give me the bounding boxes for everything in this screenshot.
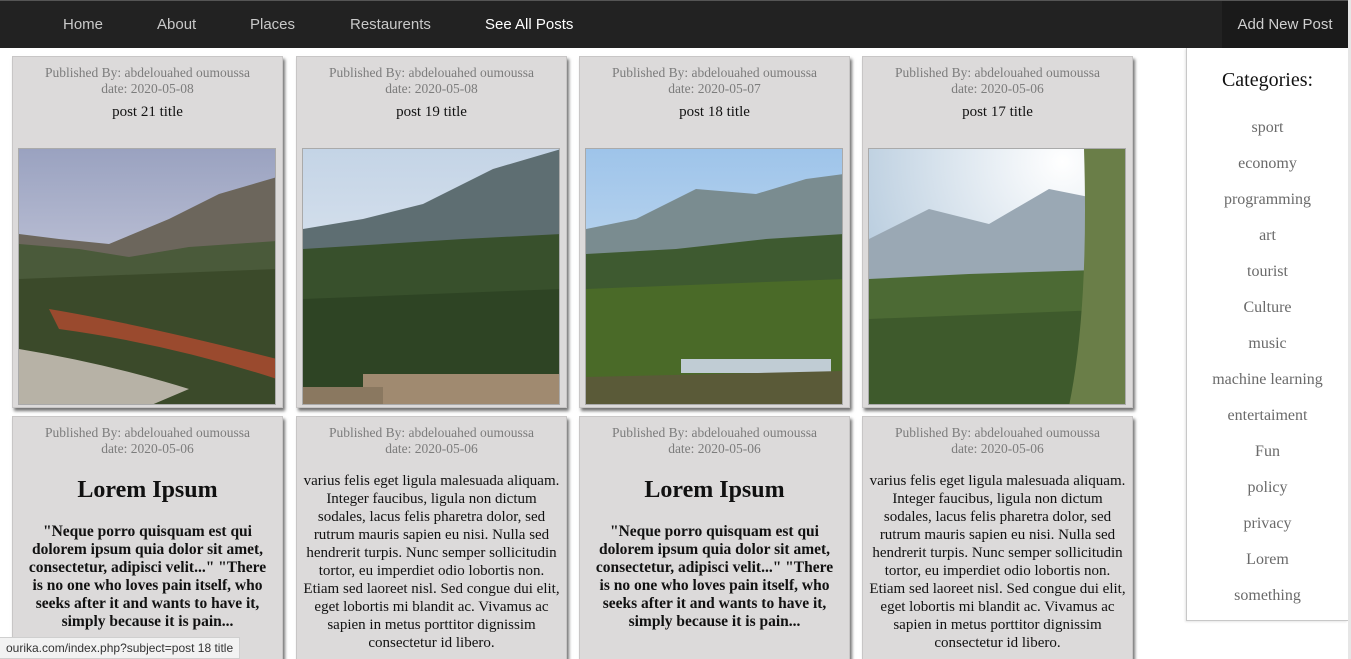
post-date: date: 2020-05-06 — [668, 441, 761, 456]
categories-list: sport economy programming art tourist Cu… — [1187, 110, 1348, 614]
category-music[interactable]: music — [1187, 326, 1348, 362]
post-meta: Published By: abdelouahed oumoussa date:… — [863, 417, 1132, 457]
post-meta: Published By: abdelouahed oumoussa date:… — [297, 417, 566, 457]
categories-heading: Categories: — [1221, 69, 1314, 91]
post-excerpt: "Neque porro quisquam est qui dolorem ip… — [595, 523, 834, 630]
post-date: date: 2020-05-06 — [385, 441, 478, 456]
post-title[interactable]: post 21 title — [13, 103, 282, 121]
category-fun[interactable]: Fun — [1187, 434, 1348, 470]
post-author: Published By: abdelouahed oumoussa — [611, 425, 818, 440]
post-card[interactable]: Published By: abdelouahed oumoussa date:… — [296, 416, 567, 659]
post-date: date: 2020-05-06 — [101, 441, 194, 456]
post-title[interactable]: post 17 title — [863, 103, 1132, 121]
add-new-post-link[interactable]: Add New Post — [1222, 1, 1348, 49]
category-economy[interactable]: economy — [1187, 146, 1348, 182]
post-heading: Lorem Ipsum — [644, 477, 785, 503]
nav-see-all-posts-link[interactable]: See All Posts — [485, 1, 573, 49]
post-date: date: 2020-05-08 — [385, 81, 478, 96]
post-excerpt: "Neque porro quisquam est qui dolorem ip… — [28, 523, 267, 630]
post-date: date: 2020-05-06 — [951, 81, 1044, 96]
post-card[interactable]: Published By: abdelouahed oumoussa date:… — [579, 416, 850, 659]
post-author: Published By: abdelouahed oumoussa — [44, 65, 251, 80]
categories-sidebar: Categories: sport economy programming ar… — [1186, 48, 1348, 621]
post-date: date: 2020-05-06 — [951, 441, 1044, 456]
top-navbar: Home About Places Restaurents See All Po… — [0, 0, 1351, 49]
nav-about-link[interactable]: About — [157, 1, 196, 49]
post-card[interactable]: Published By: abdelouahed oumoussa date:… — [579, 56, 850, 408]
post-image[interactable] — [585, 148, 843, 405]
browser-status-bar: ourika.com/index.php?subject=post 18 tit… — [0, 637, 241, 659]
nav-places-link[interactable]: Places — [250, 1, 295, 49]
category-lorem[interactable]: Lorem — [1187, 542, 1348, 578]
post-image[interactable] — [868, 148, 1126, 405]
category-something[interactable]: something — [1187, 578, 1348, 614]
post-image[interactable] — [302, 148, 560, 405]
category-tourist[interactable]: tourist — [1187, 254, 1348, 290]
category-programming[interactable]: programming — [1187, 182, 1348, 218]
post-card[interactable]: Published By: abdelouahed oumoussa date:… — [296, 56, 567, 408]
post-author: Published By: abdelouahed oumoussa — [328, 425, 535, 440]
post-card[interactable]: Published By: abdelouahed oumoussa date:… — [12, 56, 283, 408]
post-author: Published By: abdelouahed oumoussa — [894, 65, 1101, 80]
post-date: date: 2020-05-07 — [668, 81, 761, 96]
category-policy[interactable]: policy — [1187, 470, 1348, 506]
post-card[interactable]: Published By: abdelouahed oumoussa date:… — [12, 416, 283, 659]
post-meta: Published By: abdelouahed oumoussa date:… — [13, 417, 282, 457]
post-author: Published By: abdelouahed oumoussa — [894, 425, 1101, 440]
post-meta: Published By: abdelouahed oumoussa date:… — [580, 57, 849, 97]
category-machine-learning[interactable]: machine learning — [1187, 362, 1348, 398]
post-meta: Published By: abdelouahed oumoussa date:… — [297, 57, 566, 97]
category-entertaiment[interactable]: entertaiment — [1187, 398, 1348, 434]
category-art[interactable]: art — [1187, 218, 1348, 254]
post-meta: Published By: abdelouahed oumoussa date:… — [13, 57, 282, 97]
post-excerpt: varius felis eget ligula malesuada aliqu… — [303, 473, 560, 651]
category-privacy[interactable]: privacy — [1187, 506, 1348, 542]
post-meta: Published By: abdelouahed oumoussa date:… — [863, 57, 1132, 97]
post-card[interactable]: Published By: abdelouahed oumoussa date:… — [862, 416, 1133, 659]
post-author: Published By: abdelouahed oumoussa — [611, 65, 818, 80]
nav-restaurents-link[interactable]: Restaurents — [350, 1, 431, 49]
post-date: date: 2020-05-08 — [101, 81, 194, 96]
nav-home-link[interactable]: Home — [63, 1, 103, 49]
post-title[interactable]: post 19 title — [297, 103, 566, 121]
post-card[interactable]: Published By: abdelouahed oumoussa date:… — [862, 56, 1133, 408]
category-culture[interactable]: Culture — [1187, 290, 1348, 326]
post-excerpt: varius felis eget ligula malesuada aliqu… — [869, 473, 1126, 651]
post-heading: Lorem Ipsum — [77, 477, 218, 503]
post-title[interactable]: post 18 title — [580, 103, 849, 121]
post-author: Published By: abdelouahed oumoussa — [328, 65, 535, 80]
post-image[interactable] — [18, 148, 276, 405]
category-sport[interactable]: sport — [1187, 110, 1348, 146]
post-author: Published By: abdelouahed oumoussa — [44, 425, 251, 440]
post-meta: Published By: abdelouahed oumoussa date:… — [580, 417, 849, 457]
